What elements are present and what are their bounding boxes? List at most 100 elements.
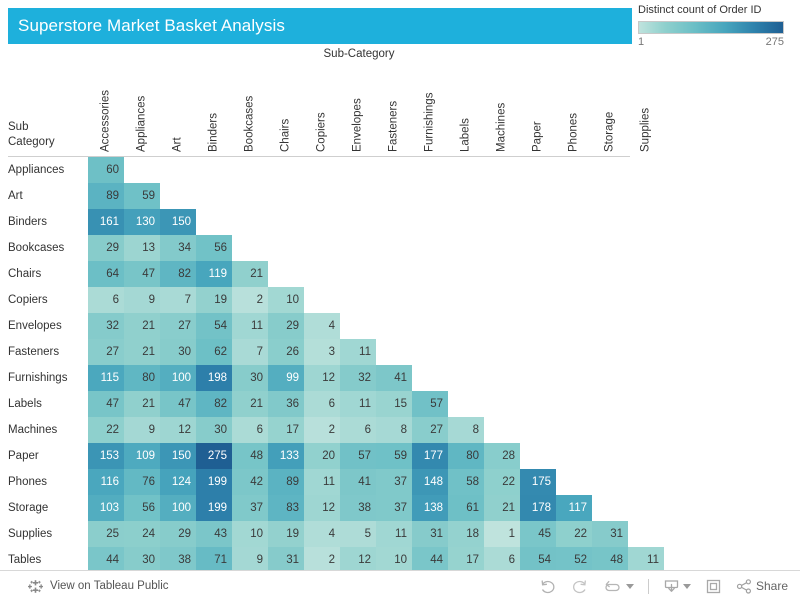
row-header-label[interactable]: Paper [8,443,88,469]
heatmap-cell[interactable]: 28 [484,443,520,469]
heatmap-cell[interactable]: 36 [268,391,304,417]
heatmap-cell[interactable]: 31 [412,521,448,547]
heatmap-cell[interactable]: 10 [232,521,268,547]
heatmap-cell[interactable]: 153 [88,443,124,469]
heatmap-cell[interactable]: 89 [268,469,304,495]
heatmap-cell[interactable]: 133 [268,443,304,469]
heatmap-cell[interactable]: 9 [124,417,160,443]
heatmap-cell[interactable]: 59 [376,443,412,469]
heatmap-cell[interactable]: 3 [304,339,340,365]
heatmap-cell[interactable]: 41 [376,365,412,391]
heatmap-cell[interactable]: 138 [412,495,448,521]
heatmap-cell[interactable]: 34 [160,235,196,261]
heatmap-cell[interactable]: 27 [88,339,124,365]
heatmap-cell[interactable]: 4 [304,313,340,339]
column-header[interactable]: Fasteners [376,64,412,152]
heatmap-cell[interactable]: 30 [160,339,196,365]
heatmap-cell[interactable]: 22 [88,417,124,443]
heatmap-cell[interactable]: 48 [232,443,268,469]
heatmap-cell[interactable]: 21 [124,391,160,417]
redo-icon[interactable] [571,578,590,595]
heatmap-cell[interactable]: 13 [124,235,160,261]
share-icon[interactable] [736,578,753,595]
heatmap-cell[interactable]: 11 [304,469,340,495]
heatmap-cell[interactable]: 12 [160,417,196,443]
column-header[interactable]: Envelopes [340,64,376,152]
heatmap-cell[interactable]: 11 [376,521,412,547]
heatmap-cell[interactable]: 27 [160,313,196,339]
row-header-label[interactable]: Phones [8,469,88,495]
heatmap-cell[interactable]: 60 [88,157,124,183]
heatmap-cell[interactable]: 45 [520,521,556,547]
heatmap-cell[interactable]: 56 [124,495,160,521]
row-header-label[interactable]: Chairs [8,261,88,287]
heatmap-cell[interactable]: 10 [268,287,304,313]
heatmap-cell[interactable]: 117 [556,495,592,521]
heatmap-cell[interactable]: 15 [376,391,412,417]
heatmap-cell[interactable]: 4 [304,521,340,547]
heatmap-cell[interactable]: 17 [268,417,304,443]
heatmap-cell[interactable]: 42 [232,469,268,495]
row-header-label[interactable]: Labels [8,391,88,417]
heatmap-cell[interactable]: 43 [196,521,232,547]
heatmap-cell[interactable]: 6 [88,287,124,313]
heatmap-cell[interactable]: 11 [340,391,376,417]
heatmap-cell[interactable]: 80 [124,365,160,391]
heatmap-cell[interactable]: 19 [268,521,304,547]
heatmap-cell[interactable]: 21 [232,391,268,417]
heatmap-cell[interactable]: 99 [268,365,304,391]
heatmap-cell[interactable]: 38 [340,495,376,521]
row-header-label[interactable]: Envelopes [8,313,88,339]
heatmap-cell[interactable]: 7 [160,287,196,313]
heatmap-cell[interactable]: 119 [196,261,232,287]
heatmap-cell[interactable]: 89 [88,183,124,209]
heatmap-cell[interactable]: 57 [340,443,376,469]
heatmap-cell[interactable]: 109 [124,443,160,469]
heatmap-cell[interactable]: 199 [196,495,232,521]
heatmap-cell[interactable]: 100 [160,365,196,391]
row-header-label[interactable]: Appliances [8,157,88,183]
heatmap-cell[interactable]: 19 [196,287,232,313]
column-header[interactable]: Art [160,64,196,152]
column-header[interactable]: Furnishings [412,64,448,152]
heatmap-cell[interactable]: 54 [196,313,232,339]
heatmap-cell[interactable]: 25 [88,521,124,547]
heatmap-cell[interactable]: 178 [520,495,556,521]
heatmap-cell[interactable]: 7 [232,339,268,365]
heatmap-cell[interactable]: 5 [340,521,376,547]
heatmap-cell[interactable]: 2 [304,417,340,443]
heatmap-cell[interactable]: 29 [160,521,196,547]
row-header-label[interactable]: Machines [8,417,88,443]
column-header[interactable]: Accessories [88,64,124,152]
heatmap-cell[interactable]: 29 [268,313,304,339]
heatmap-cell[interactable]: 27 [412,417,448,443]
heatmap-cell[interactable]: 37 [376,469,412,495]
heatmap-cell[interactable]: 116 [88,469,124,495]
heatmap-cell[interactable]: 76 [124,469,160,495]
heatmap-cell[interactable]: 11 [232,313,268,339]
heatmap-cell[interactable]: 22 [556,521,592,547]
tableau-public-link[interactable]: View on Tableau Public [28,579,169,594]
column-header[interactable]: Paper [520,64,556,152]
heatmap-cell[interactable]: 47 [124,261,160,287]
column-header[interactable]: Labels [448,64,484,152]
heatmap-cell[interactable]: 18 [448,521,484,547]
heatmap-cell[interactable]: 82 [196,391,232,417]
share-button[interactable]: Share [736,578,788,595]
heatmap-cell[interactable]: 148 [412,469,448,495]
heatmap-cell[interactable]: 37 [376,495,412,521]
heatmap-cell[interactable]: 21 [124,313,160,339]
heatmap-cell[interactable]: 30 [196,417,232,443]
heatmap-cell[interactable]: 100 [160,495,196,521]
row-header-label[interactable]: Bookcases [8,235,88,261]
heatmap-cell[interactable]: 275 [196,443,232,469]
heatmap-cell[interactable]: 41 [340,469,376,495]
heatmap-cell[interactable]: 22 [484,469,520,495]
heatmap-cell[interactable]: 6 [232,417,268,443]
heatmap-cell[interactable]: 32 [88,313,124,339]
column-header[interactable]: Storage [592,64,628,152]
heatmap-cell[interactable]: 24 [124,521,160,547]
row-header-label[interactable]: Furnishings [8,365,88,391]
heatmap-cell[interactable]: 20 [304,443,340,469]
row-header-label[interactable]: Binders [8,209,88,235]
